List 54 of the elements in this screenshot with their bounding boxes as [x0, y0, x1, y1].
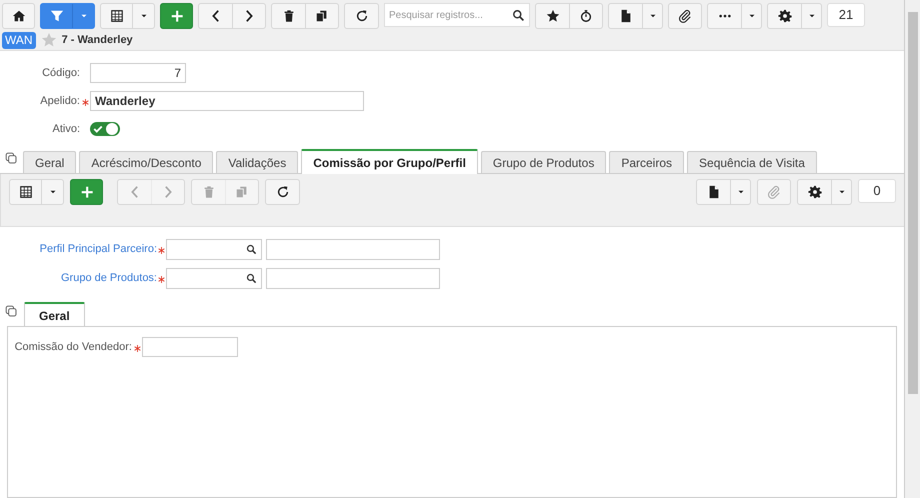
tab[interactable]: Sequência de Visita — [687, 151, 817, 173]
plus-icon — [170, 9, 184, 23]
scrollbar-thumb[interactable] — [908, 12, 918, 394]
star-icon — [546, 9, 560, 23]
copy-icon — [235, 185, 249, 199]
toggle-switch[interactable] — [90, 122, 120, 136]
search-icon — [246, 244, 257, 255]
stopwatch-icon — [579, 9, 593, 23]
gear-icon — [808, 185, 822, 199]
field-label: Apelido: — [39, 94, 81, 109]
lookup-field[interactable] — [166, 239, 262, 260]
home-icon — [12, 9, 26, 23]
description-field[interactable] — [266, 268, 440, 289]
tab[interactable]: Acréscimo/Desconto — [79, 151, 214, 173]
field-label: Comissão do Vendedor: — [14, 340, 133, 355]
record-counter: 21 — [827, 3, 865, 27]
tab[interactable]: Geral — [23, 151, 76, 173]
trash-icon — [282, 9, 296, 23]
refresh-icon — [354, 9, 368, 23]
check-icon — [93, 124, 103, 134]
trash-icon — [202, 185, 216, 199]
filter-icon — [50, 9, 64, 23]
paperclip-icon — [767, 185, 781, 199]
copy-icon — [5, 304, 18, 318]
tab[interactable]: Comissão por Grupo/Perfil — [301, 149, 478, 174]
description-field[interactable] — [266, 239, 440, 260]
paperclip-icon — [678, 9, 692, 23]
field-label: Código: — [41, 66, 81, 81]
refresh-icon — [276, 185, 290, 199]
number-field[interactable]: 7 — [90, 63, 186, 83]
grid-icon — [110, 9, 124, 23]
tab[interactable]: Geral — [24, 302, 85, 327]
field-label: Ativo: — [51, 122, 81, 137]
document-icon — [618, 9, 632, 23]
grid-icon — [18, 185, 32, 199]
record-counter: 0 — [858, 179, 896, 203]
copy-icon — [315, 9, 329, 23]
text-field[interactable] — [142, 337, 238, 357]
field-label: Grupo de Produtos: — [60, 271, 158, 286]
field-label: Perfil Principal Parceiro: — [38, 242, 158, 258]
search-field[interactable]: Pesquisar registros... — [384, 3, 530, 27]
record-badge: WAN — [2, 32, 36, 48]
text-field[interactable]: Wanderley — [90, 91, 364, 111]
record-title: 7 - Wanderley — [62, 32, 133, 48]
document-icon — [706, 185, 720, 199]
search-icon — [246, 273, 257, 284]
search-icon — [512, 9, 525, 22]
tab[interactable]: Validações — [216, 151, 298, 173]
tab[interactable]: Parceiros — [609, 151, 684, 173]
plus-icon — [80, 185, 94, 199]
tab[interactable]: Grupo de Produtos — [480, 151, 606, 173]
lookup-field[interactable] — [166, 268, 262, 289]
copy-icon — [5, 152, 18, 165]
gear-icon — [778, 9, 792, 23]
